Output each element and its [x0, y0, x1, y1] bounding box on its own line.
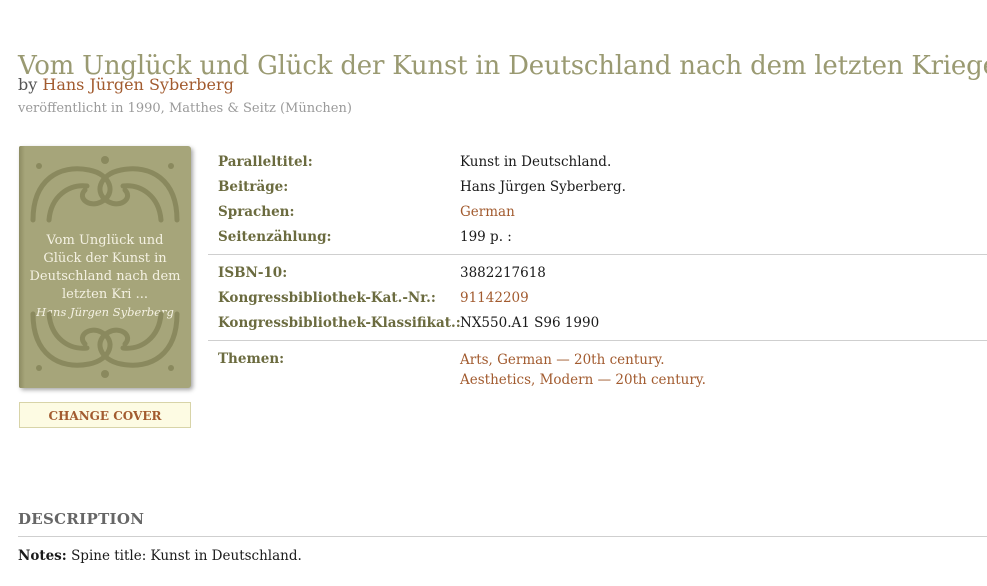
detail-label: Sprachen: [218, 204, 295, 220]
detail-row-beitraege: Beiträge: Hans Jürgen Syberberg. [218, 175, 987, 200]
cover-ornament-bottom-icon [30, 311, 180, 378]
subject-list: Arts, German — 20th century. Aesthetics,… [460, 347, 987, 390]
detail-value: NX550.A1 S96 1990 [460, 315, 600, 331]
cover-ornament-top-icon [30, 156, 180, 223]
detail-label: ISBN-10: [218, 265, 288, 281]
detail-label: Paralleltitel: [218, 154, 313, 170]
detail-row-seitenzaehlung: Seitenzählung: 199 p. : [218, 225, 987, 250]
detail-value: 199 p. : [460, 229, 512, 245]
author-link[interactable]: Hans Jürgen Syberberg [42, 75, 234, 94]
notes-label: Notes: [18, 548, 67, 564]
notes-text: Spine title: Kunst in Deutschland. [71, 548, 302, 564]
detail-row-sprachen: Sprachen: German [218, 200, 987, 225]
notes: Notes: Spine title: Kunst in Deutschland… [18, 546, 302, 566]
byline-prefix: by [18, 75, 38, 94]
detail-value: Hans Jürgen Syberberg. [460, 179, 626, 195]
publication-info: veröffentlicht in 1990, Matthes & Seitz … [18, 101, 352, 116]
lccn-link[interactable]: 91142209 [460, 286, 987, 311]
subject-link[interactable]: Aesthetics, Modern — 20th century. [460, 370, 987, 390]
details-group-identifiers: ISBN-10: 3882217618 Kongressbibliothek-K… [208, 255, 987, 341]
detail-label: Beiträge: [218, 179, 289, 195]
byline: by Hans Jürgen Syberberg [18, 74, 234, 96]
detail-row-lc-classification: Kongressbibliothek-Klassifikat.: NX550.A… [218, 311, 987, 336]
description-heading: DESCRIPTION [18, 510, 987, 538]
cover-title: Vom Unglück und Glück der Kunst in Deuts… [29, 233, 181, 302]
detail-value: 3882217618 [460, 265, 546, 281]
language-link[interactable]: German [460, 200, 987, 225]
book-details: Paralleltitel: Kunst in Deutschland. Bei… [208, 148, 987, 394]
details-group-titles: Paralleltitel: Kunst in Deutschland. Bei… [208, 148, 987, 255]
detail-label: Themen: [218, 351, 285, 367]
subject-link[interactable]: Arts, German — 20th century. [460, 350, 987, 370]
detail-value: Kunst in Deutschland. [460, 154, 612, 170]
detail-row-paralleltitel: Paralleltitel: Kunst in Deutschland. [218, 150, 987, 175]
detail-row-isbn10: ISBN-10: 3882217618 [218, 261, 987, 286]
detail-row-lccn: Kongressbibliothek-Kat.-Nr.: 91142209 [218, 286, 987, 311]
detail-row-themen: Themen: Arts, German — 20th century. Aes… [218, 347, 987, 390]
detail-label: Kongressbibliothek-Klassifikat.: [218, 315, 461, 331]
details-group-subjects: Themen: Arts, German — 20th century. Aes… [208, 341, 987, 394]
book-cover: Vom Unglück und Glück der Kunst in Deuts… [19, 146, 191, 388]
detail-label: Seitenzählung: [218, 229, 332, 245]
detail-label: Kongressbibliothek-Kat.-Nr.: [218, 290, 436, 306]
change-cover-button[interactable]: CHANGE COVER [19, 402, 191, 428]
